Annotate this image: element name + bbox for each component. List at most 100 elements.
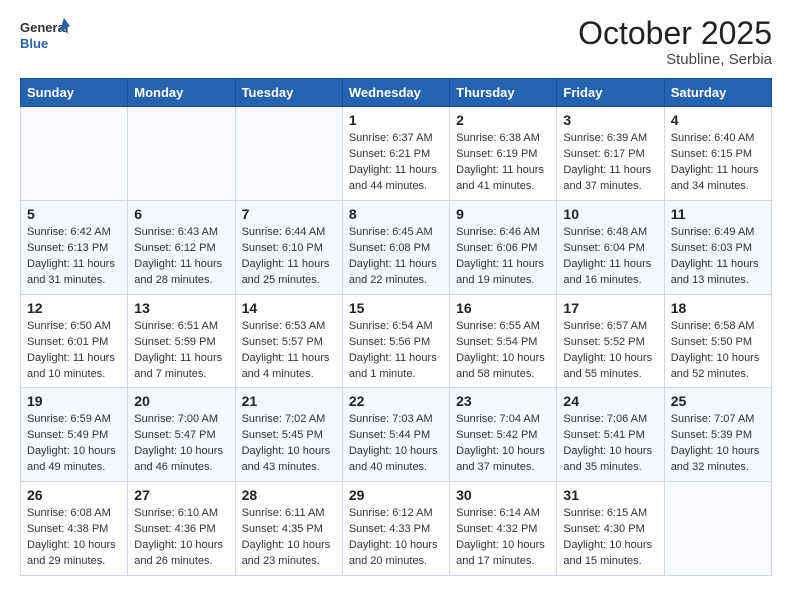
calendar-cell: 27 Sunrise: 6:10 AM Sunset: 4:36 PM Dayli… [128,482,235,576]
cell-info: Sunrise: 6:11 AM Sunset: 4:35 PM Dayligh… [242,506,336,570]
day-number: 12 [27,300,121,316]
day-number: 22 [349,393,443,409]
day-number: 4 [671,112,765,128]
calendar-cell: 1 Sunrise: 6:37 AM Sunset: 6:21 PM Daylig… [342,107,449,201]
day-number: 8 [349,206,443,222]
calendar-week-row: 19Sunrise: 6:59 AM Sunset: 5:49 PM Dayli… [21,388,772,482]
calendar-cell: 21Sunrise: 7:02 AM Sunset: 5:45 PM Dayli… [235,388,342,482]
cell-info: Sunrise: 6:42 AM Sunset: 6:13 PM Dayligh… [27,225,121,289]
calendar-cell: 9 Sunrise: 6:46 AM Sunset: 6:06 PM Daylig… [450,200,557,294]
calendar-cell: 20Sunrise: 7:00 AM Sunset: 5:47 PM Dayli… [128,388,235,482]
weekday-header: Friday [557,79,664,107]
cell-info: Sunrise: 6:39 AM Sunset: 6:17 PM Dayligh… [563,131,657,195]
day-number: 29 [349,487,443,503]
calendar-table: SundayMondayTuesdayWednesdayThursdayFrid… [20,78,772,576]
calendar-cell: 29 Sunrise: 6:12 AM Sunset: 4:33 PM Dayli… [342,482,449,576]
cell-info: Sunrise: 7:03 AM Sunset: 5:44 PM Dayligh… [349,412,443,476]
day-number: 10 [563,206,657,222]
calendar-cell: 30Sunrise: 6:14 AM Sunset: 4:32 PM Dayli… [450,482,557,576]
cell-info: Sunrise: 6:37 AM Sunset: 6:21 PM Dayligh… [349,131,443,195]
calendar-cell: 22 Sunrise: 7:03 AM Sunset: 5:44 PM Dayli… [342,388,449,482]
cell-info: Sunrise: 6:38 AM Sunset: 6:19 PM Dayligh… [456,131,550,195]
day-number: 25 [671,393,765,409]
weekday-header: Saturday [664,79,771,107]
calendar-cell: 10 Sunrise: 6:48 AM Sunset: 6:04 PM Dayli… [557,200,664,294]
day-number: 15 [349,300,443,316]
calendar-cell: 6 Sunrise: 6:43 AM Sunset: 6:12 PM Daylig… [128,200,235,294]
header: General Blue October 2025 Stubline, Serb… [20,16,772,68]
calendar-cell: 4 Sunrise: 6:40 AM Sunset: 6:15 PM Daylig… [664,107,771,201]
calendar-week-row: 12 Sunrise: 6:50 AM Sunset: 6:01 PM Dayli… [21,294,772,388]
title-block: October 2025 Stubline, Serbia [578,16,772,68]
calendar-cell [664,482,771,576]
cell-info: Sunrise: 6:55 AM Sunset: 5:54 PM Dayligh… [456,319,550,383]
calendar-cell: 25 Sunrise: 7:07 AM Sunset: 5:39 PM Dayli… [664,388,771,482]
calendar-cell: 28 Sunrise: 6:11 AM Sunset: 4:35 PM Dayli… [235,482,342,576]
day-number: 9 [456,206,550,222]
calendar-cell: 13Sunrise: 6:51 AM Sunset: 5:59 PM Dayli… [128,294,235,388]
weekday-header: Sunday [21,79,128,107]
cell-info: Sunrise: 7:06 AM Sunset: 5:41 PM Dayligh… [563,412,657,476]
calendar-cell: 2 Sunrise: 6:38 AM Sunset: 6:19 PM Daylig… [450,107,557,201]
cell-info: Sunrise: 6:43 AM Sunset: 6:12 PM Dayligh… [134,225,228,289]
cell-info: Sunrise: 6:49 AM Sunset: 6:03 PM Dayligh… [671,225,765,289]
day-number: 16 [456,300,550,316]
day-number: 30 [456,487,550,503]
cell-info: Sunrise: 7:02 AM Sunset: 5:45 PM Dayligh… [242,412,336,476]
day-number: 23 [456,393,550,409]
cell-info: Sunrise: 6:15 AM Sunset: 4:30 PM Dayligh… [563,506,657,570]
cell-info: Sunrise: 6:57 AM Sunset: 5:52 PM Dayligh… [563,319,657,383]
calendar-cell: 15 Sunrise: 6:54 AM Sunset: 5:56 PM Dayli… [342,294,449,388]
calendar-cell: 7 Sunrise: 6:44 AM Sunset: 6:10 PM Daylig… [235,200,342,294]
cell-info: Sunrise: 7:04 AM Sunset: 5:42 PM Dayligh… [456,412,550,476]
cell-info: Sunrise: 6:10 AM Sunset: 4:36 PM Dayligh… [134,506,228,570]
logo-bird-icon: General Blue [20,16,70,56]
day-number: 18 [671,300,765,316]
calendar-cell: 14Sunrise: 6:53 AM Sunset: 5:57 PM Dayli… [235,294,342,388]
weekday-header-row: SundayMondayTuesdayWednesdayThursdayFrid… [21,79,772,107]
logo: General Blue [20,16,70,56]
cell-info: Sunrise: 6:40 AM Sunset: 6:15 PM Dayligh… [671,131,765,195]
calendar-cell: 11 Sunrise: 6:49 AM Sunset: 6:03 PM Dayli… [664,200,771,294]
cell-info: Sunrise: 6:44 AM Sunset: 6:10 PM Dayligh… [242,225,336,289]
cell-info: Sunrise: 6:54 AM Sunset: 5:56 PM Dayligh… [349,319,443,383]
cell-info: Sunrise: 7:00 AM Sunset: 5:47 PM Dayligh… [134,412,228,476]
day-number: 24 [563,393,657,409]
calendar-cell: 23 Sunrise: 7:04 AM Sunset: 5:42 PM Dayli… [450,388,557,482]
cell-info: Sunrise: 6:48 AM Sunset: 6:04 PM Dayligh… [563,225,657,289]
month-title: October 2025 [578,16,772,51]
calendar-cell: 31 Sunrise: 6:15 AM Sunset: 4:30 PM Dayli… [557,482,664,576]
weekday-header: Tuesday [235,79,342,107]
calendar-cell: 16 Sunrise: 6:55 AM Sunset: 5:54 PM Dayli… [450,294,557,388]
cell-info: Sunrise: 6:58 AM Sunset: 5:50 PM Dayligh… [671,319,765,383]
day-number: 3 [563,112,657,128]
day-number: 17 [563,300,657,316]
day-number: 6 [134,206,228,222]
day-number: 27 [134,487,228,503]
calendar-cell: 24 Sunrise: 7:06 AM Sunset: 5:41 PM Dayli… [557,388,664,482]
cell-info: Sunrise: 6:50 AM Sunset: 6:01 PM Dayligh… [27,319,121,383]
calendar-cell: 8Sunrise: 6:45 AM Sunset: 6:08 PM Daylig… [342,200,449,294]
day-number: 11 [671,206,765,222]
day-number: 28 [242,487,336,503]
weekday-header: Thursday [450,79,557,107]
day-number: 7 [242,206,336,222]
calendar-cell [21,107,128,201]
day-number: 5 [27,206,121,222]
day-number: 26 [27,487,121,503]
calendar-cell: 19Sunrise: 6:59 AM Sunset: 5:49 PM Dayli… [21,388,128,482]
calendar-week-row: 5 Sunrise: 6:42 AM Sunset: 6:13 PM Daylig… [21,200,772,294]
cell-info: Sunrise: 7:07 AM Sunset: 5:39 PM Dayligh… [671,412,765,476]
cell-info: Sunrise: 6:12 AM Sunset: 4:33 PM Dayligh… [349,506,443,570]
day-number: 2 [456,112,550,128]
cell-info: Sunrise: 6:08 AM Sunset: 4:38 PM Dayligh… [27,506,121,570]
cell-info: Sunrise: 6:46 AM Sunset: 6:06 PM Dayligh… [456,225,550,289]
day-number: 1 [349,112,443,128]
svg-text:Blue: Blue [20,36,48,51]
calendar-cell: 5 Sunrise: 6:42 AM Sunset: 6:13 PM Daylig… [21,200,128,294]
weekday-header: Monday [128,79,235,107]
page: General Blue October 2025 Stubline, Serb… [0,0,792,592]
day-number: 31 [563,487,657,503]
calendar-cell: 3 Sunrise: 6:39 AM Sunset: 6:17 PM Daylig… [557,107,664,201]
calendar-cell [128,107,235,201]
